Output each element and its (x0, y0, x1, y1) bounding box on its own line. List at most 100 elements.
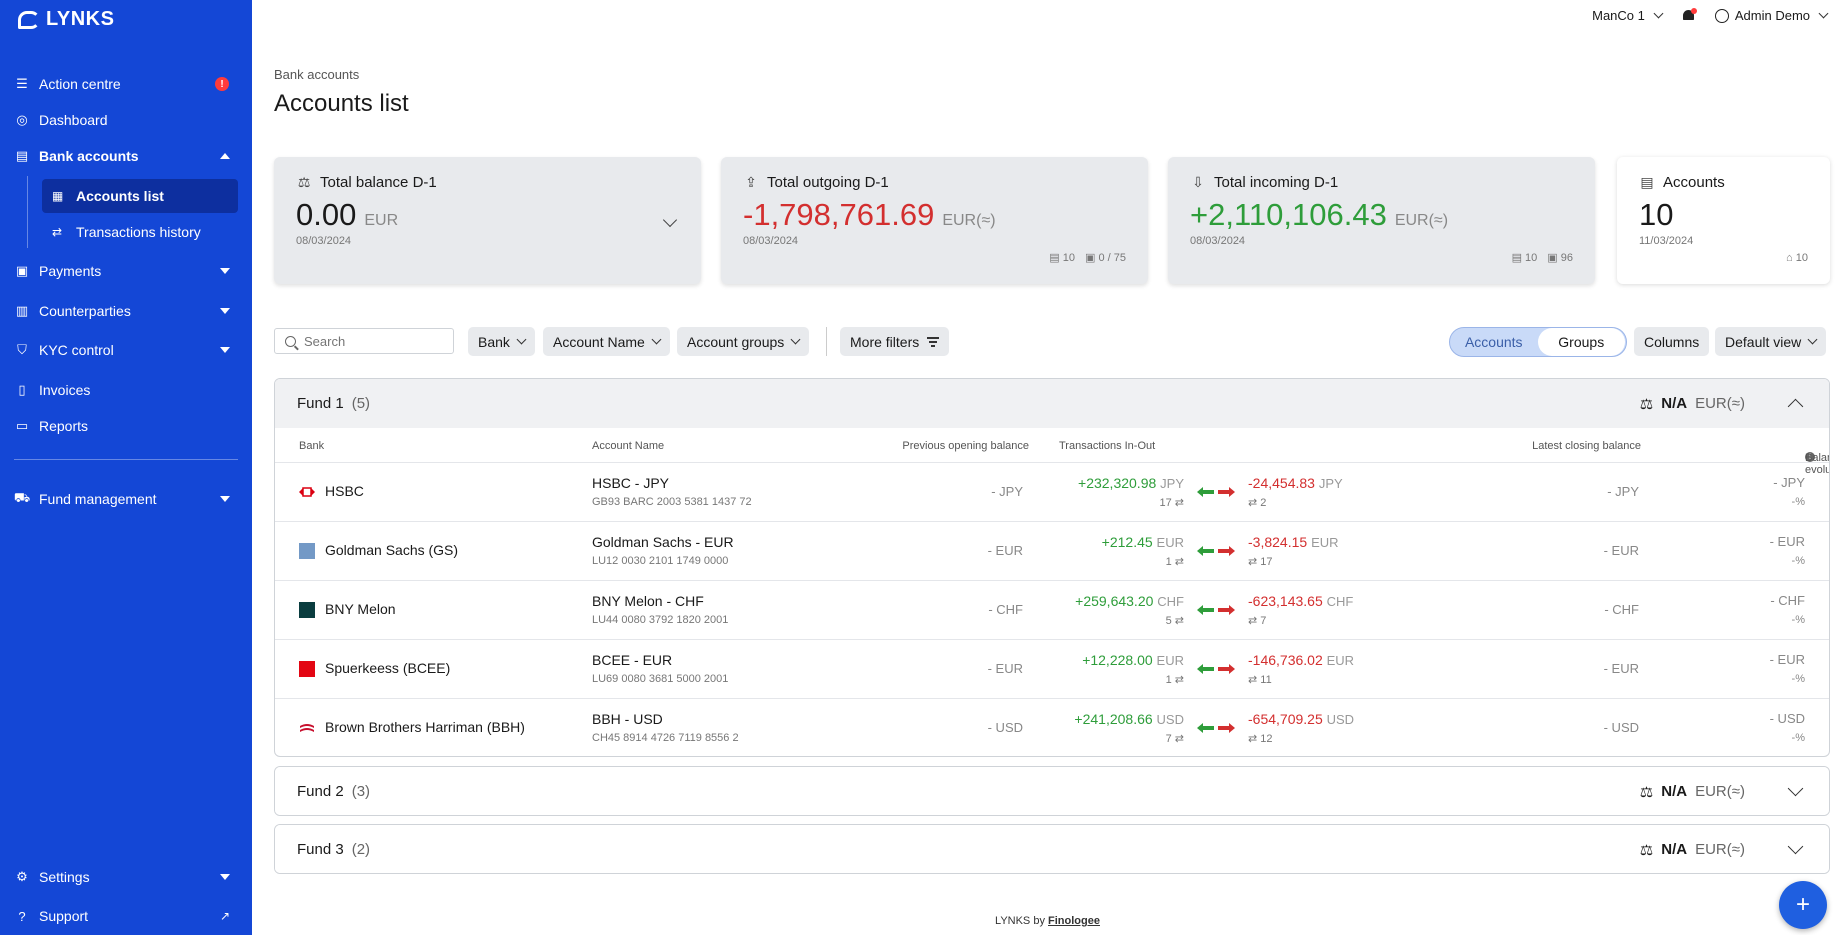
transfer-icon: ⇄ (1174, 497, 1184, 509)
sidebar-item-label: Settings (39, 869, 90, 885)
table-row[interactable]: BNY Melon BNY Melon - CHF LU44 0080 3792 1… (275, 581, 1829, 640)
incoming-count: 5 ⇄ (1166, 614, 1184, 627)
sidebar-item-dashboard[interactable]: ◎ Dashboard (0, 105, 252, 135)
fund-group-header[interactable]: Fund 3 (2) ⚖ N/A EUR(≈) (275, 825, 1829, 873)
account-groups-filter[interactable]: Account groups (677, 327, 810, 356)
incoming-currency: USD (1156, 712, 1184, 727)
outgoing-amount: -146,736.02 EUR (1248, 652, 1354, 668)
default-view-selector[interactable]: Default view (1715, 327, 1827, 356)
fund-group: Fund 3 (2) ⚖ N/A EUR(≈) (274, 824, 1830, 874)
fund-balance-value: N/A (1661, 395, 1688, 412)
caret-down-icon (220, 347, 230, 353)
table-row[interactable]: HSBC HSBC - JPY GB93 BARC 2003 5381 1437 7… (275, 463, 1829, 522)
account-name-filter[interactable]: Account Name (543, 327, 670, 356)
outgoing-amount: -623,143.65 CHF (1248, 593, 1353, 609)
checklist-icon: ☰ (16, 76, 28, 91)
outgoing-count: ⇄ 11 (1248, 673, 1272, 686)
chevron-down-icon (516, 334, 527, 345)
incoming-count: 7 ⇄ (1166, 732, 1184, 745)
table-row[interactable]: Brown Brothers Harriman (BBH) BBH - USD CH… (275, 699, 1829, 756)
more-filters-button[interactable]: More filters (840, 327, 950, 356)
lynks-logo-icon (18, 10, 40, 29)
outgoing-value: -146,736.02 (1248, 652, 1323, 668)
bank-logo-icon (299, 602, 315, 618)
account-name[interactable]: BNY Melon - CHF (592, 593, 704, 609)
filter-label: Account groups (687, 333, 785, 350)
incoming-count: 1 ⇄ (1166, 555, 1184, 568)
col-transactions[interactable]: Transactions In-Out (1059, 440, 1155, 452)
account-name[interactable]: Goldman Sachs - EUR (592, 534, 734, 550)
sidebar-item-fund-management[interactable]: ⛟ Fund management (0, 484, 252, 514)
col-latest-closing[interactable]: Latest closing balance (1532, 440, 1641, 452)
chevron-down-icon[interactable] (1787, 838, 1804, 855)
app-logo[interactable]: LYNKS (18, 8, 114, 31)
notifications-button[interactable] (1682, 7, 1697, 23)
in-out-arrows-icon (1197, 664, 1235, 674)
view-groups-option[interactable]: Groups (1537, 328, 1625, 356)
breadcrumb[interactable]: Bank accounts (274, 67, 359, 82)
sidebar-item-label: Reports (39, 418, 89, 434)
col-bank[interactable]: Bank (299, 440, 324, 452)
fund-name: Fund 3 (297, 841, 344, 858)
user-menu[interactable]: Admin Demo (1714, 8, 1829, 23)
manco-selector[interactable]: ManCo 1 (1592, 8, 1664, 23)
chevron-down-icon (790, 334, 801, 345)
account-name[interactable]: BCEE - EUR (592, 652, 672, 668)
sidebar-subitem-accounts-list[interactable]: ▦ Accounts list (42, 179, 238, 213)
outgoing-currency: JPY (1318, 476, 1343, 491)
in-out-arrows-icon (1197, 723, 1235, 733)
account-name[interactable]: BBH - USD (592, 711, 663, 727)
latest-closing-balance: - EUR (1603, 543, 1639, 558)
account-iban: CH45 8914 4726 7119 8556 2 (592, 732, 739, 744)
sidebar-item-reports[interactable]: ▭ Reports (0, 411, 252, 441)
filter-label: More filters (850, 333, 920, 350)
sidebar-subitem-transactions-history[interactable]: ⇄ Transactions history (42, 215, 238, 249)
outgoing-value: -3,824.15 (1248, 534, 1308, 550)
table-row[interactable]: Spuerkeess (BCEE) BCEE - EUR LU69 0080 368… (275, 640, 1829, 699)
add-button[interactable]: + (1779, 881, 1827, 929)
prev-opening-balance: - EUR (987, 661, 1023, 676)
card-label: Total balance D-1 (320, 174, 437, 191)
chevron-down-icon[interactable] (1787, 780, 1804, 797)
sidebar-item-action-centre[interactable]: ☰ Action centre ! (0, 69, 252, 99)
col-prev-opening[interactable]: Previous opening balance (902, 440, 1029, 452)
dashboard-icon: ◎ (16, 112, 28, 127)
account-iban: LU69 0080 3681 5000 2001 (592, 673, 729, 685)
sidebar: LYNKS ☰ Action centre ! ◎ Dashboard ▤ Ba… (0, 0, 252, 935)
outgoing-count-value: 2 (1260, 497, 1267, 509)
outgoing-amount: -24,454.83 JPY (1248, 475, 1343, 491)
in-out-arrows-icon (1197, 487, 1235, 497)
account-name[interactable]: HSBC - JPY (592, 475, 669, 491)
outgoing-value: -1,798,761.69 (743, 197, 935, 232)
search-input[interactable] (304, 333, 434, 349)
outgoing-count-value: 7 (1260, 615, 1267, 627)
sidebar-item-counterparties[interactable]: ▥ Counterparties (0, 296, 252, 326)
bank-filter[interactable]: Bank (468, 327, 535, 356)
incoming-value: +212.45 (1101, 534, 1153, 550)
columns-button[interactable]: Columns (1634, 327, 1710, 356)
sidebar-item-bank-accounts[interactable]: ▤ Bank accounts (0, 141, 252, 171)
chevron-up-icon[interactable] (1787, 398, 1804, 415)
balance-evolution-pct: -% (1791, 732, 1805, 744)
outgoing-count-value: 11 (1260, 674, 1272, 686)
latest-closing-balance: - CHF (1604, 602, 1639, 617)
fund-balance-value: N/A (1661, 841, 1688, 858)
sidebar-item-invoices[interactable]: ▯ Invoices (0, 375, 252, 405)
sidebar-subitem-label: Accounts list (76, 188, 164, 204)
finologee-link[interactable]: Finologee (1048, 915, 1100, 927)
fund-group-header[interactable]: Fund 1 (5) ⚖ N/A EUR(≈) (275, 379, 1829, 428)
submenu-line (27, 176, 28, 248)
sidebar-item-payments[interactable]: ▣ Payments (0, 256, 252, 286)
shield-icon: ⛉ (17, 342, 27, 357)
col-account-name[interactable]: Account Name (592, 440, 664, 452)
prev-opening-balance: - CHF (988, 602, 1023, 617)
sidebar-item-settings[interactable]: ⚙ Settings (0, 862, 252, 892)
search-box[interactable] (274, 328, 454, 354)
fund-group-header[interactable]: Fund 2 (3) ⚖ N/A EUR(≈) (275, 767, 1829, 815)
outgoing-currency: EUR (1311, 535, 1339, 550)
table-row[interactable]: Goldman Sachs (GS) Goldman Sachs - EUR LU1… (275, 522, 1829, 581)
outgoing-count: ⇄ 17 (1248, 555, 1273, 568)
bank-name: BNY Melon (325, 601, 396, 617)
sidebar-item-kyc-control[interactable]: ⛉ KYC control (0, 335, 252, 365)
view-accounts-option[interactable]: Accounts (1450, 328, 1538, 356)
